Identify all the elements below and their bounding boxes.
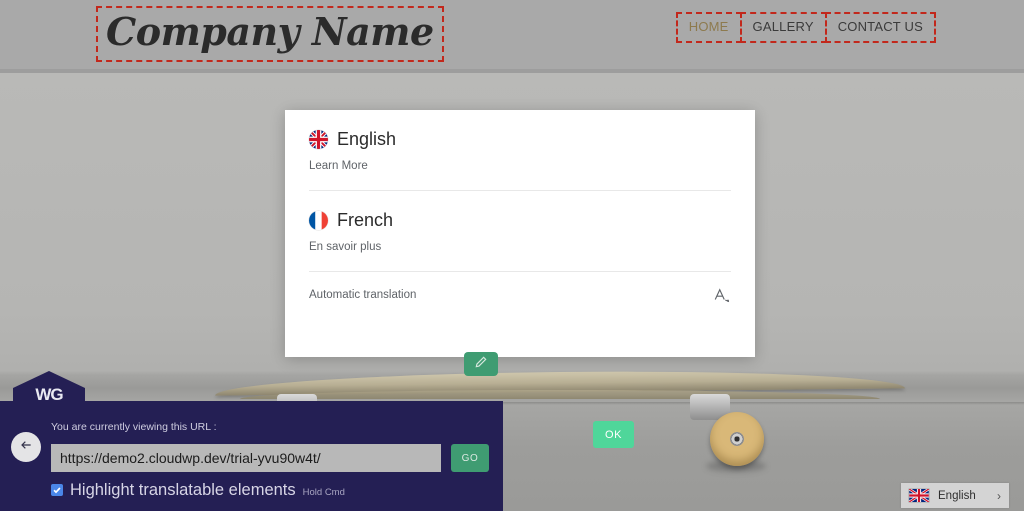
highlight-translatable-label: Highlight translatable elements <box>70 481 296 499</box>
language-option-french-head: French <box>309 209 731 231</box>
highlight-translatable-checkbox[interactable] <box>51 484 63 496</box>
translate-icon[interactable] <box>713 286 731 304</box>
pencil-icon <box>474 355 488 374</box>
nav-item-contact-us[interactable]: CONTACT US <box>824 12 936 43</box>
edit-button[interactable] <box>464 352 498 376</box>
dialog-ok-button[interactable]: OK <box>593 421 634 448</box>
language-option-french-sublabel[interactable]: En savoir plus <box>309 240 731 254</box>
highlight-translatable-hint: Hold Cmd <box>302 487 345 498</box>
france-flag-icon <box>309 210 328 230</box>
language-selection-dialog: English Learn More French En savoir plus <box>285 110 755 448</box>
automatic-translation-row[interactable]: Automatic translation <box>285 272 755 304</box>
page-root: Company Name HOME GALLERY CONTACT US Eng… <box>0 0 1024 511</box>
back-button[interactable] <box>11 432 41 462</box>
uk-flag-icon <box>309 129 328 149</box>
language-option-english-head: English <box>309 128 731 150</box>
nav-item-gallery[interactable]: GALLERY <box>739 12 827 43</box>
language-option-english-label: English <box>337 129 397 149</box>
nav-item-home[interactable]: HOME <box>675 12 742 43</box>
language-option-french-label: French <box>337 210 394 230</box>
header-bottom-strip <box>0 69 1024 73</box>
language-option-english[interactable]: English Learn More <box>285 110 755 173</box>
highlight-translatable-row: Highlight translatable elements Hold Cmd <box>51 480 345 500</box>
automatic-translation-label: Automatic translation <box>309 289 417 301</box>
chevron-right-icon: › <box>997 488 1001 503</box>
url-input[interactable] <box>51 444 441 472</box>
language-switcher-label: English <box>938 489 976 502</box>
site-brand[interactable]: Company Name <box>96 6 444 62</box>
uk-flag-icon <box>908 487 930 504</box>
arrow-left-icon <box>18 437 34 458</box>
site-brand-label: Company Name <box>106 9 434 54</box>
go-button[interactable]: GO <box>451 444 489 472</box>
current-url-label: You are currently viewing this URL : <box>51 421 217 433</box>
language-switcher[interactable]: English › <box>901 483 1009 508</box>
language-option-english-sublabel[interactable]: Learn More <box>309 159 731 173</box>
skateboard-wheel-right <box>710 412 764 466</box>
main-navigation: HOME GALLERY CONTACT US <box>675 12 936 43</box>
language-option-french[interactable]: French En savoir plus <box>285 191 755 254</box>
